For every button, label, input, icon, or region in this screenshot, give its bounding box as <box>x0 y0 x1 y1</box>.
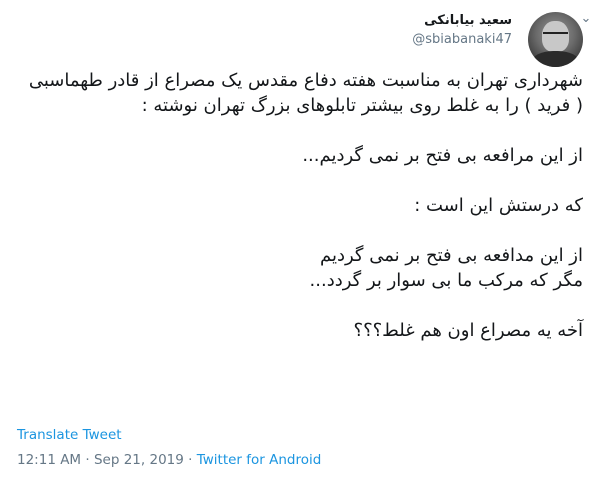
tweet-source[interactable]: Twitter for Android <box>197 452 322 468</box>
author-handle[interactable]: @sbiabanaki47 <box>412 31 512 48</box>
tweet-text: شهرداری تهران به مناسبت هفته دفاع مقدس ی… <box>17 68 583 343</box>
chevron-down-icon[interactable]: ⌄ <box>579 12 593 25</box>
avatar[interactable] <box>528 12 583 67</box>
tweet-header: ⌄ سعید بیابانکی @sbiabanaki47 <box>0 0 600 67</box>
tweet-line: آخه یه مصراع اون هم غلط؟؟؟ <box>353 320 583 341</box>
tweet-line: مگر که مرکب ما بی سوار بر گردد... <box>309 270 583 291</box>
tweet-line: از این مدافعه بی فتح بر نمی گردیم <box>319 245 583 266</box>
meta-separator: · <box>85 452 90 468</box>
tweet-meta: 12:11 AM · Sep 21, 2019 · Twitter for An… <box>17 452 321 468</box>
tweet-line: که درستش این است : <box>414 195 583 216</box>
author-names[interactable]: سعید بیابانکی @sbiabanaki47 <box>412 12 512 48</box>
avatar-glasses <box>543 32 568 40</box>
tweet-line: شهرداری تهران به مناسبت هفته دفاع مقدس ی… <box>28 70 583 91</box>
tweet-time[interactable]: 12:11 AM <box>17 452 81 468</box>
avatar-body <box>532 51 579 67</box>
tweet-line: از این مرافعه بی فتح بر نمی گردیم... <box>302 145 583 166</box>
tweet-date[interactable]: Sep 21, 2019 <box>94 452 184 468</box>
author-display-name[interactable]: سعید بیابانکی <box>412 12 512 29</box>
meta-separator: · <box>188 452 193 468</box>
translate-tweet-link[interactable]: Translate Tweet <box>17 427 122 443</box>
tweet-line: ( فرید ) را به غلط روی بیشتر تابلوهای بز… <box>141 95 583 116</box>
